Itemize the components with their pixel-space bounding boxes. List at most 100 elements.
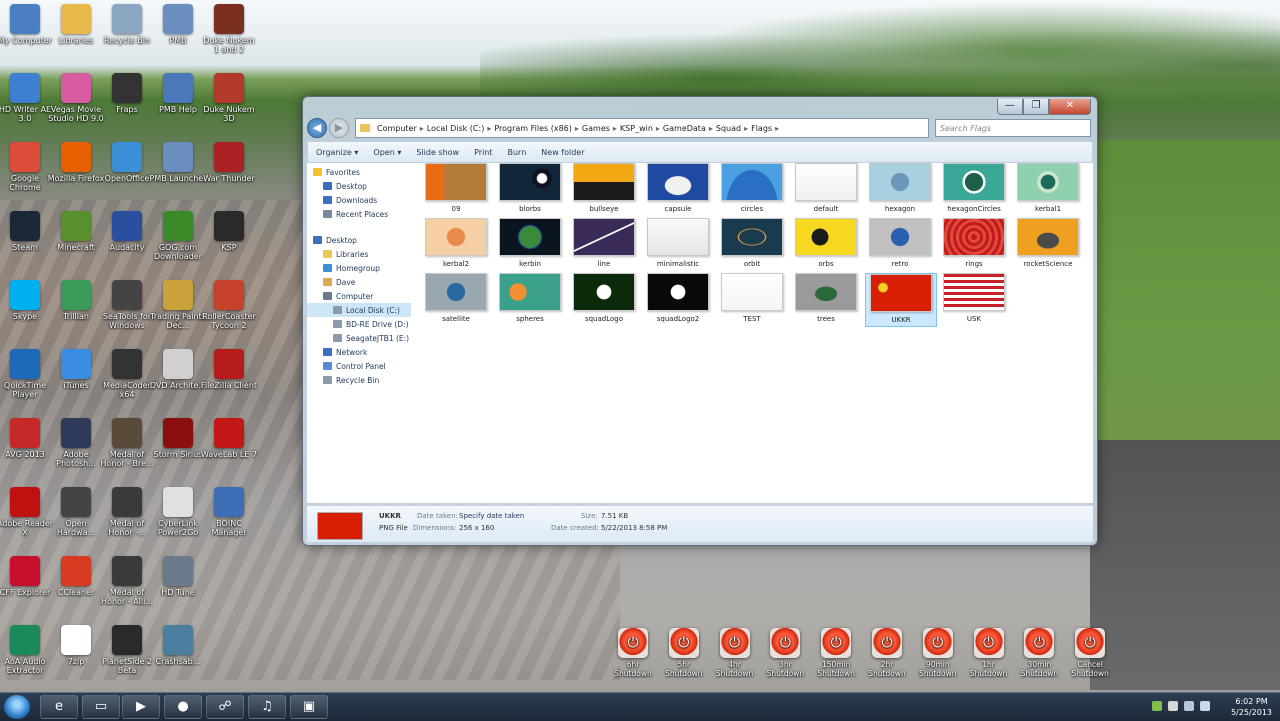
print-button[interactable]: Print xyxy=(474,148,492,157)
desktop-icon[interactable]: QuickTime Player xyxy=(0,349,54,399)
file-item[interactable]: trees xyxy=(791,273,861,325)
nav-item[interactable]: Libraries xyxy=(307,247,411,261)
desktop-icon[interactable]: Google Chrome xyxy=(0,142,54,192)
clock[interactable]: 6:02 PM 5/25/2013 xyxy=(1231,696,1272,718)
desktop-icon[interactable]: Fraps xyxy=(98,73,156,114)
desktop-icon[interactable]: KSP xyxy=(200,211,258,252)
nav-item[interactable]: Downloads xyxy=(307,193,411,207)
breadcrumb-item[interactable]: Local Disk (C:) xyxy=(427,124,485,133)
desktop-icon[interactable]: CyberLink Power2Go xyxy=(149,487,207,537)
desktop-icon[interactable]: SeaTools for Windows xyxy=(98,280,156,330)
desktop-icon[interactable]: Adobe Photosh... xyxy=(47,418,105,468)
nav-item[interactable]: Computer xyxy=(307,289,411,303)
open-button[interactable]: Open ▾ xyxy=(373,148,401,157)
desktop-icon[interactable]: Recycle Bin xyxy=(98,4,156,45)
nav-item[interactable]: BD-RE Drive (D:) xyxy=(307,317,411,331)
desktop-icon[interactable]: Duke Nukem 1 and 2 xyxy=(200,4,258,54)
nav-item[interactable]: SeagateJTB1 (E:) xyxy=(307,331,411,345)
breadcrumb-separator-icon[interactable]: ▸ xyxy=(709,124,713,133)
breadcrumb-item[interactable]: Program Files (x86) xyxy=(494,124,572,133)
shutdown-gadget[interactable]: ⏻ 30min Shutdown xyxy=(1017,628,1061,678)
shutdown-gadget[interactable]: ⏻ 5hr Shutdown xyxy=(662,628,706,678)
breadcrumb-item[interactable]: KSP_win xyxy=(620,124,653,133)
file-item[interactable]: hexagon xyxy=(865,163,935,215)
desktop-icon[interactable]: Libraries xyxy=(47,4,105,45)
breadcrumb-separator-icon[interactable]: ▸ xyxy=(613,124,617,133)
date-taken-value[interactable]: Specify date taken xyxy=(459,512,524,520)
desktop-icon[interactable]: Crashsab... xyxy=(149,625,207,666)
nav-item[interactable]: Homegroup xyxy=(307,261,411,275)
ie-icon[interactable]: e xyxy=(40,695,78,719)
desktop-icon[interactable]: RollerCoaster Tycoon 2 xyxy=(200,280,258,330)
desktop-icon[interactable]: WaveLab LE 7 xyxy=(200,418,258,459)
desktop-icon[interactable]: iTunes xyxy=(47,349,105,390)
file-item[interactable]: spheres xyxy=(495,273,565,325)
desktop-icon[interactable]: Vegas Movie Studio HD 9.0 xyxy=(47,73,105,123)
breadcrumb-separator-icon[interactable]: ▸ xyxy=(656,124,660,133)
desktop-icon[interactable]: My Computer xyxy=(0,4,54,45)
desktop-icon[interactable]: Steam xyxy=(0,211,54,252)
file-item[interactable]: rocketScience xyxy=(1013,218,1083,270)
desktop-icon[interactable]: CCleaner xyxy=(47,556,105,597)
desktop-icon[interactable]: Storm Sirius xyxy=(149,418,207,459)
desktop-icon[interactable]: AVG 2013 xyxy=(0,418,54,459)
desktop-icon[interactable]: CFF Explorer xyxy=(0,556,54,597)
desktop-icon[interactable]: Adobe Reader X xyxy=(0,487,54,537)
file-item[interactable]: 09 xyxy=(421,163,491,215)
shutdown-gadget[interactable]: ⏻ 6hr Shutdown xyxy=(611,628,655,678)
audacity-taskbar-icon[interactable]: ♫ xyxy=(248,695,286,719)
breadcrumb-item[interactable]: GameData xyxy=(663,124,706,133)
desktop-icon[interactable]: Medal of Honor - Alli... xyxy=(98,556,156,606)
desktop-icon[interactable]: GOG.com Downloader xyxy=(149,211,207,261)
file-item[interactable]: bullseye xyxy=(569,163,639,215)
media-player-icon[interactable]: ▶ xyxy=(122,695,160,719)
desktop-icon[interactable]: MediaCoder x64 xyxy=(98,349,156,399)
nav-item[interactable]: Favorites xyxy=(307,165,411,179)
fraps-taskbar-icon[interactable]: ▣ xyxy=(290,695,328,719)
breadcrumb-separator-icon[interactable]: ▸ xyxy=(420,124,424,133)
nav-item[interactable]: Recycle Bin xyxy=(307,373,411,387)
close-button[interactable]: ✕ xyxy=(1049,99,1091,115)
nav-item[interactable]: Dave xyxy=(307,275,411,289)
file-item[interactable]: capsule xyxy=(643,163,713,215)
network-icon[interactable] xyxy=(1184,701,1194,711)
nav-item[interactable]: Network xyxy=(307,345,411,359)
file-item[interactable]: blorbs xyxy=(495,163,565,215)
search-input[interactable]: Search Flags xyxy=(935,119,1091,137)
desktop-icon[interactable]: HD Writer AE 3.0 xyxy=(0,73,54,123)
nav-item[interactable]: Control Panel xyxy=(307,359,411,373)
breadcrumb-separator-icon[interactable]: ▸ xyxy=(575,124,579,133)
flag-icon[interactable] xyxy=(1168,701,1178,711)
desktop-icon[interactable]: Mozilla Firefox xyxy=(47,142,105,183)
desktop-icon[interactable]: AoA Audio Extractor xyxy=(0,625,54,675)
shutdown-gadget[interactable]: ⏻ 150min Shutdown xyxy=(814,628,858,678)
nav-item[interactable]: Recent Places xyxy=(307,207,411,221)
firefox-taskbar-icon[interactable]: ● xyxy=(164,695,202,719)
breadcrumb-separator-icon[interactable]: ▸ xyxy=(744,124,748,133)
file-item[interactable]: kerbin xyxy=(495,218,565,270)
file-item[interactable]: orbit xyxy=(717,218,787,270)
shutdown-gadget[interactable]: ⏻ 3hr Shutdown xyxy=(763,628,807,678)
desktop-icon[interactable]: DVD Archite... xyxy=(149,349,207,390)
desktop-icon[interactable]: Medal of Honor - Bre... xyxy=(98,418,156,468)
desktop-icon[interactable]: 7zip xyxy=(47,625,105,666)
nav-item[interactable]: Local Disk (C:) xyxy=(307,303,411,317)
desktop-icon[interactable]: Skype xyxy=(0,280,54,321)
desktop-icon[interactable]: OpenOffice xyxy=(98,142,156,183)
file-item[interactable]: kerbal2 xyxy=(421,218,491,270)
maximize-button[interactable]: ❐ xyxy=(1023,99,1049,115)
breadcrumb-separator-icon[interactable]: ▸ xyxy=(487,124,491,133)
desktop-icon[interactable]: Audacity xyxy=(98,211,156,252)
shutdown-gadget[interactable]: ⏻ 1hr Shutdown xyxy=(967,628,1011,678)
desktop-icon[interactable]: PMB Help xyxy=(149,73,207,114)
file-item[interactable]: kerbal1 xyxy=(1013,163,1083,215)
file-item[interactable]: circles xyxy=(717,163,787,215)
shutdown-gadget[interactable]: ⏻ 4hr Shutdown xyxy=(713,628,757,678)
desktop-icon[interactable]: PMB Launcher xyxy=(149,142,207,183)
file-item[interactable]: hexagonCircles xyxy=(939,163,1009,215)
file-item[interactable]: USK xyxy=(939,273,1009,325)
address-bar[interactable]: Computer ▸ Local Disk (C:) ▸ Program Files (… xyxy=(355,118,929,138)
breadcrumb-separator-icon[interactable]: ▸ xyxy=(775,124,779,133)
back-button[interactable]: ◀ xyxy=(307,118,327,138)
shutdown-gadget[interactable]: ⏻ Cancel Shutdown xyxy=(1068,628,1112,678)
